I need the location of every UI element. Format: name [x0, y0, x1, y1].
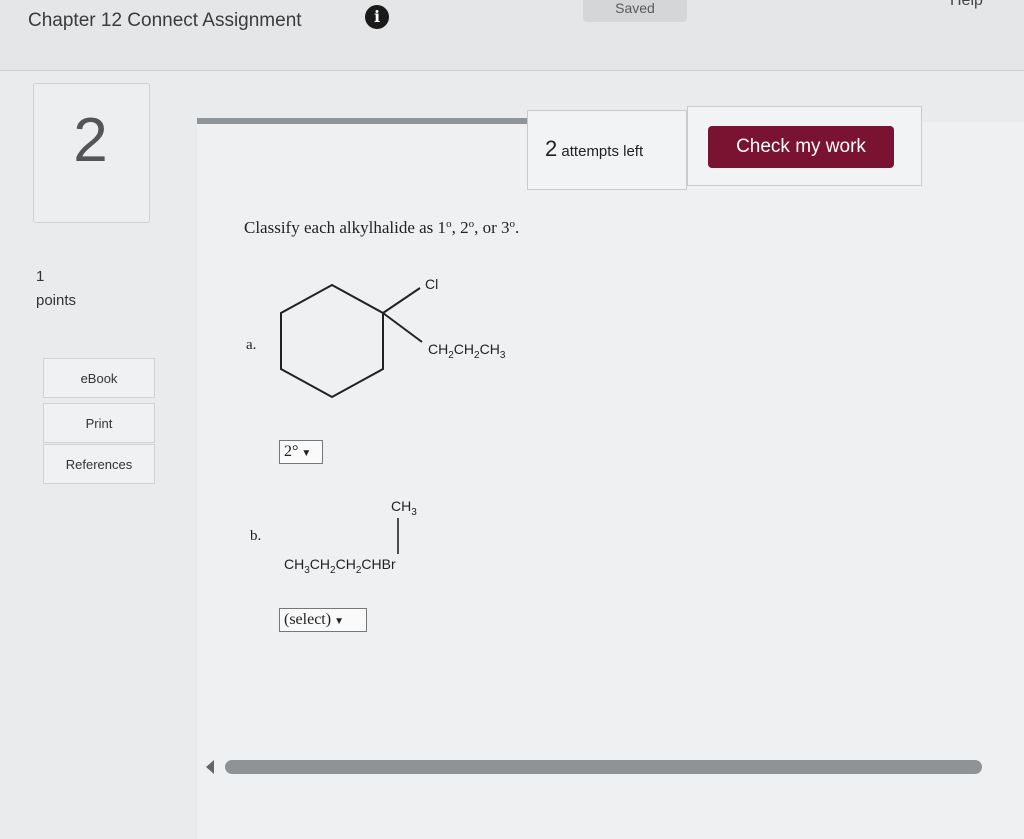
chevron-down-icon: ▼ — [301, 448, 312, 459]
assignment-title: Chapter 12 Connect Assignment — [28, 10, 302, 31]
references-button[interactable]: References — [43, 444, 155, 484]
attempts-count: 2 — [545, 136, 558, 161]
item-a-substituent-top: Cl — [425, 276, 439, 292]
item-b-selected-value: (select) — [284, 611, 332, 628]
prompt-part: , 2 — [451, 218, 469, 237]
attempts-label: attempts left — [561, 143, 644, 160]
points-value: 1 — [36, 268, 45, 285]
horizontal-scrollbar[interactable] — [225, 760, 982, 774]
item-b-formula: CH3CH2CH2CHBr — [284, 556, 396, 576]
item-b-select[interactable]: (select) ▼ — [279, 608, 367, 632]
saved-status: Saved — [583, 0, 687, 22]
ebook-button[interactable]: eBook — [43, 358, 155, 398]
item-a-selected-value: 2° — [284, 443, 299, 460]
item-a-substituent-right: CH2CH2CH3 — [428, 341, 506, 361]
item-a-label: a. — [246, 337, 257, 353]
points-label: points — [36, 292, 77, 309]
cyclohexane-structure — [280, 283, 423, 399]
help-link[interactable]: Help — [950, 0, 983, 10]
item-b-label: b. — [250, 528, 262, 544]
content-top-bar — [197, 118, 527, 124]
check-my-work-button[interactable]: Check my work — [708, 126, 894, 168]
question-number: 2 — [73, 106, 108, 175]
item-b-bond — [397, 518, 399, 554]
prompt-part: Classify each alkylhalide as 1 — [244, 218, 447, 237]
prompt-part: , or 3 — [474, 218, 510, 237]
scroll-left-arrow-icon[interactable] — [206, 760, 214, 774]
item-b-branch: CH3 — [391, 498, 417, 518]
print-button[interactable]: Print — [43, 403, 155, 443]
info-icon[interactable]: i — [365, 5, 389, 29]
question-prompt: Classify each alkylhalide as 1o, 2o, or … — [244, 218, 519, 238]
chevron-down-icon: ▼ — [334, 616, 344, 627]
item-a-select[interactable]: 2° ▼ — [279, 440, 323, 464]
prompt-part: . — [514, 218, 520, 237]
attempts-left: 2 attempts left — [545, 136, 643, 162]
